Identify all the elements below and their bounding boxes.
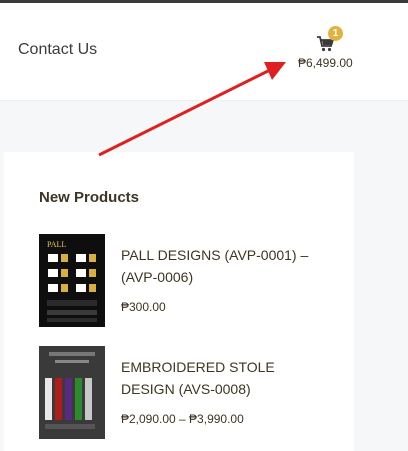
pall-designs-image: PALL: [39, 234, 105, 327]
nav-contact-us[interactable]: Contact Us: [18, 41, 97, 59]
product-name[interactable]: PALL DESIGNS (AVP-0001) – (AVP-0006): [121, 244, 331, 288]
list-item: PALL PALL DESIGNS (AVP-0001) – (AVP-0006…: [39, 234, 339, 329]
product-name[interactable]: EMBROIDERED STOLE DESIGN (AVS-0008): [121, 356, 331, 400]
product-price: ₱2,090.00 – ₱3,990.00: [121, 412, 244, 426]
stole-design-image: [39, 346, 105, 439]
product-thumbnail[interactable]: [39, 346, 105, 439]
new-products-widget: New Products PALL PALL DESIGNS (AVP-0001: [4, 152, 354, 451]
cart-count-badge: 1: [328, 26, 343, 41]
cart-widget[interactable]: 1 ₱6,499.00: [298, 26, 358, 73]
svg-text:PALL: PALL: [47, 240, 66, 249]
product-thumbnail[interactable]: PALL: [39, 234, 105, 327]
cart-total[interactable]: ₱6,499.00: [298, 56, 353, 70]
product-price: ₱300.00: [121, 300, 166, 314]
list-item: EMBROIDERED STOLE DESIGN (AVS-0008) ₱2,0…: [39, 346, 339, 441]
site-header: Contact Us 1 ₱6,499.00: [0, 3, 408, 101]
section-title: New Products: [39, 189, 140, 206]
